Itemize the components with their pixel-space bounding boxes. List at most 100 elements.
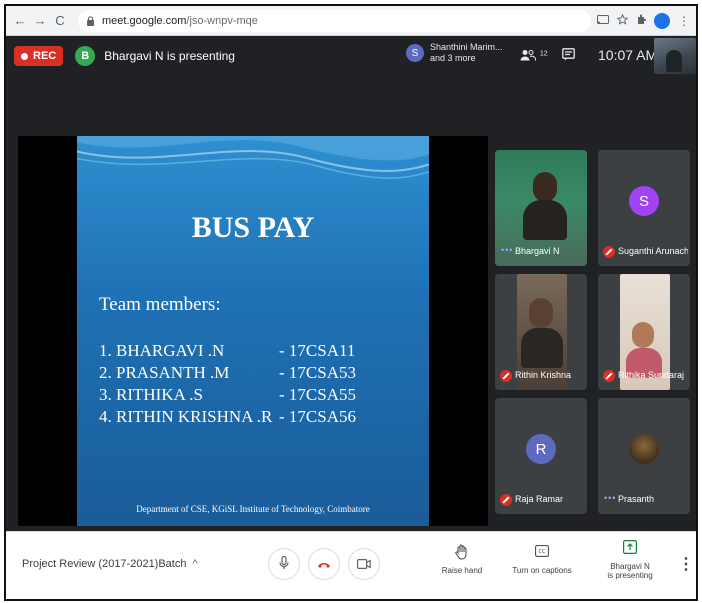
speaker-chip-text: Shanthini Marim... and 3 more [430, 42, 503, 64]
record-dot-icon [21, 52, 28, 60]
presentation-slide: BUS PAY Team members: 1. BHARGAVI .N - 1… [77, 136, 429, 526]
microphone-icon [279, 555, 289, 573]
captions-icon: CC [502, 544, 582, 562]
meeting-controls-bar: Project Review (2017-2021)Batch ^ Raise h… [6, 531, 696, 599]
captions-label: Turn on captions [512, 566, 572, 575]
member-code: - 17CSA53 [279, 363, 356, 382]
member-name: 3. RITHIKA .S [99, 385, 203, 404]
participant-face [529, 298, 553, 328]
recording-badge: REC [14, 46, 64, 66]
presentation-area: BUS PAY Team members: 1. BHARGAVI .N - 1… [18, 136, 488, 526]
participant-face [533, 172, 557, 202]
camera-icon [357, 557, 371, 572]
speaker-avatar: S [406, 44, 424, 62]
participant-name: Rithika Sundaraj [618, 370, 685, 380]
member-name: 2. PRASANTH .M [99, 363, 230, 382]
star-icon[interactable] [616, 13, 629, 28]
meeting-title: Project Review (2017-2021)Batch [22, 558, 187, 570]
speaking-indicator-icon: ••• [604, 493, 617, 503]
participant-tile[interactable]: S Suganthi Arunach... [598, 150, 690, 266]
presenter-avatar: B [75, 46, 96, 66]
self-view-silhouette [666, 50, 682, 72]
participant-name: Suganthi Arunach... [618, 246, 688, 256]
slide-subtitle: Team members: [99, 294, 221, 315]
people-button[interactable]: 12 [520, 48, 548, 64]
member-name: 1. BHARGAVI .N [99, 341, 225, 360]
address-bar[interactable]: meet.google.com/jso-wnpv-mqe [78, 9, 591, 32]
chat-button[interactable] [562, 48, 575, 64]
mic-off-icon [603, 246, 615, 258]
microphone-button[interactable] [268, 548, 300, 580]
forward-button[interactable]: → [32, 13, 48, 29]
meet-top-bar: REC B Bhargavi N is presenting S Shanthi… [6, 36, 696, 76]
participant-tile[interactable]: ••• Bhargavi N [495, 150, 587, 266]
browser-menu-icon[interactable]: ⋮ [678, 14, 690, 28]
browser-toolbar: ← → C meet.google.com/jso-wnpv-mqe ⋮ [6, 6, 696, 36]
url-host: meet.google.com [102, 14, 187, 27]
clock: 10:07 AM [598, 47, 658, 63]
speaker-name: Shanthini Marim... [430, 42, 503, 52]
member-name: 4. RITHIN KRISHNA .R [99, 407, 273, 426]
raise-hand-label: Raise hand [441, 566, 483, 575]
member-code: - 17CSA11 [279, 341, 356, 360]
member-row: 1. BHARGAVI .N - 17CSA11 [99, 341, 419, 361]
raise-hand-button[interactable]: Raise hand [422, 544, 502, 575]
extension-icon[interactable] [636, 14, 646, 28]
participant-tile[interactable]: Rithin Krishna [495, 274, 587, 390]
participant-name: Bhargavi N [515, 246, 560, 256]
recording-label: REC [33, 50, 57, 62]
leave-call-button[interactable] [308, 548, 340, 580]
browser-extensions: ⋮ [597, 12, 690, 29]
url-path: /jso-wnpv-mqe [186, 14, 258, 27]
mic-off-icon [500, 494, 512, 506]
meeting-details-button[interactable]: Project Review (2017-2021)Batch ^ [22, 558, 198, 570]
screen-frame: ← → C meet.google.com/jso-wnpv-mqe ⋮ REC… [4, 4, 698, 601]
speaker-more: and 3 more [430, 53, 476, 63]
speaker-chip[interactable]: S Shanthini Marim... and 3 more [406, 42, 503, 64]
presenting-button[interactable]: Bhargavi N is presenting [590, 540, 670, 580]
presenting-line-2: is presenting [607, 571, 653, 580]
meeting-stage: BUS PAY Team members: 1. BHARGAVI .N - 1… [6, 76, 696, 531]
member-row: 2. PRASANTH .M - 17CSA53 [99, 363, 419, 383]
participant-photo [629, 434, 659, 464]
presenting-status: Bhargavi N is presenting [104, 49, 235, 63]
cast-icon[interactable] [597, 14, 609, 28]
presenting-line-1: Bhargavi N [610, 562, 650, 571]
member-code: - 17CSA56 [279, 407, 356, 426]
slide-footer: Department of CSE, KGiSL Institute of Te… [136, 504, 370, 514]
profile-avatar[interactable] [654, 12, 670, 29]
participant-name: Raja Ramar [515, 494, 564, 504]
present-screen-icon [590, 540, 670, 558]
participant-name: Prasanth [618, 494, 655, 504]
mic-off-icon [500, 370, 512, 382]
participant-tile[interactable]: ••• Prasanth [598, 398, 690, 514]
self-view-thumbnail[interactable] [654, 38, 696, 74]
participant-avatar: S [629, 186, 659, 216]
member-row: 3. RITHIKA .S - 17CSA55 [99, 385, 419, 405]
camera-button[interactable] [348, 548, 380, 580]
participant-body [521, 328, 563, 368]
participants-count: 12 [539, 50, 548, 58]
participant-name: Rithin Krishna [515, 370, 572, 380]
participant-tile[interactable]: R Raja Ramar [495, 398, 587, 514]
participant-face [632, 322, 654, 348]
participant-body [523, 200, 567, 240]
hand-icon [422, 544, 502, 562]
reload-button[interactable]: C [52, 13, 68, 29]
lock-icon [86, 15, 96, 26]
back-button[interactable]: ← [12, 13, 28, 29]
participant-tile[interactable]: Rithika Sundaraj [598, 274, 690, 390]
slide-title: BUS PAY [191, 211, 315, 244]
svg-text:CC: CC [539, 549, 546, 555]
participant-avatar: R [526, 434, 556, 464]
people-icon [520, 48, 540, 64]
chevron-up-icon: ^ [192, 558, 198, 570]
speaking-indicator-icon: ••• [501, 245, 514, 255]
more-options-icon[interactable]: ⋮ [678, 554, 694, 574]
slide-wave-decoration [77, 136, 429, 179]
member-code: - 17CSA55 [279, 385, 356, 404]
chat-icon [562, 48, 575, 64]
captions-button[interactable]: CC Turn on captions [502, 544, 582, 575]
member-row: 4. RITHIN KRISHNA .R - 17CSA56 [99, 407, 419, 427]
mic-off-icon [603, 370, 615, 382]
